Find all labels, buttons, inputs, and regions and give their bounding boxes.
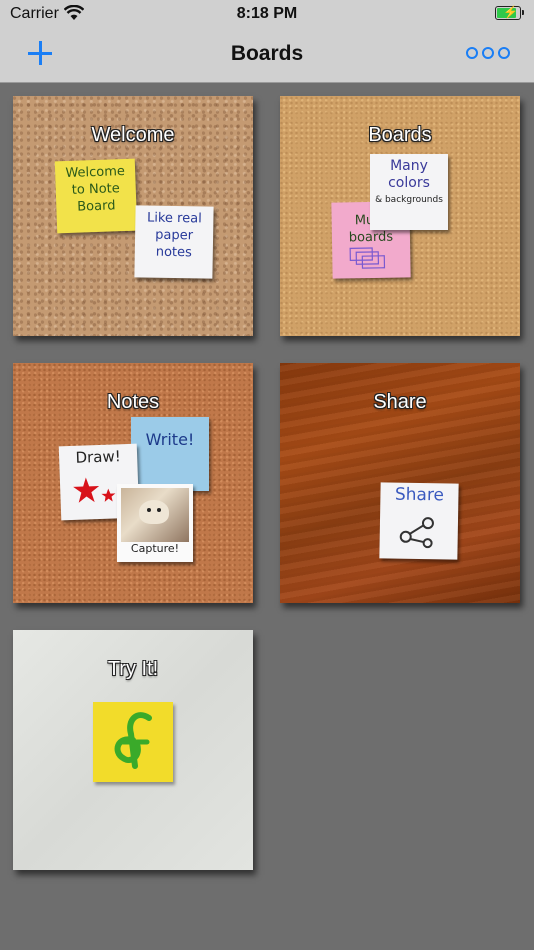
board-tile-notes[interactable]: Notes Write! Draw! Capture!	[13, 363, 253, 603]
sticky-note: Welcome to Note Board	[54, 158, 138, 234]
sticky-note: Share	[379, 482, 459, 560]
sticky-note: Many colors & backgrounds	[370, 154, 448, 230]
navigation-bar: Boards	[0, 28, 534, 83]
board-tile-share[interactable]: Share Share	[280, 363, 520, 603]
sticky-note: Like real paper notes	[134, 205, 214, 279]
board-tile-welcome[interactable]: Welcome Welcome to Note Board Like real …	[13, 96, 253, 336]
board-title: Share	[373, 391, 427, 413]
more-dot-icon	[482, 47, 494, 59]
board-title: Boards	[368, 124, 432, 146]
board-tile-try-it[interactable]: Try It!	[13, 630, 253, 870]
status-bar: Carrier 8:18 PM ⚡	[0, 0, 534, 28]
sticky-note: Write!	[131, 417, 209, 491]
share-icon	[399, 517, 434, 549]
photo-note: Capture!	[117, 484, 193, 562]
stacked-boards-icon	[349, 247, 386, 269]
more-dot-icon	[498, 47, 510, 59]
page-title: Boards	[230, 42, 304, 65]
app-logo-icon	[114, 712, 152, 769]
dog-photo	[121, 488, 189, 542]
more-dot-icon	[466, 47, 478, 59]
battery-icon: ⚡	[495, 5, 524, 20]
app-logo-note	[93, 702, 173, 782]
more-options-button[interactable]	[466, 47, 510, 61]
charging-icon: ⚡	[503, 5, 518, 19]
board-title: Welcome	[91, 124, 175, 146]
board-title: Try It!	[107, 658, 159, 680]
star-icon	[73, 477, 116, 503]
clock: 8:18 PM	[236, 5, 298, 22]
board-tile-boards[interactable]: Boards Multi boards Many colors & backgr…	[280, 96, 520, 336]
board-title: Notes	[106, 391, 160, 413]
